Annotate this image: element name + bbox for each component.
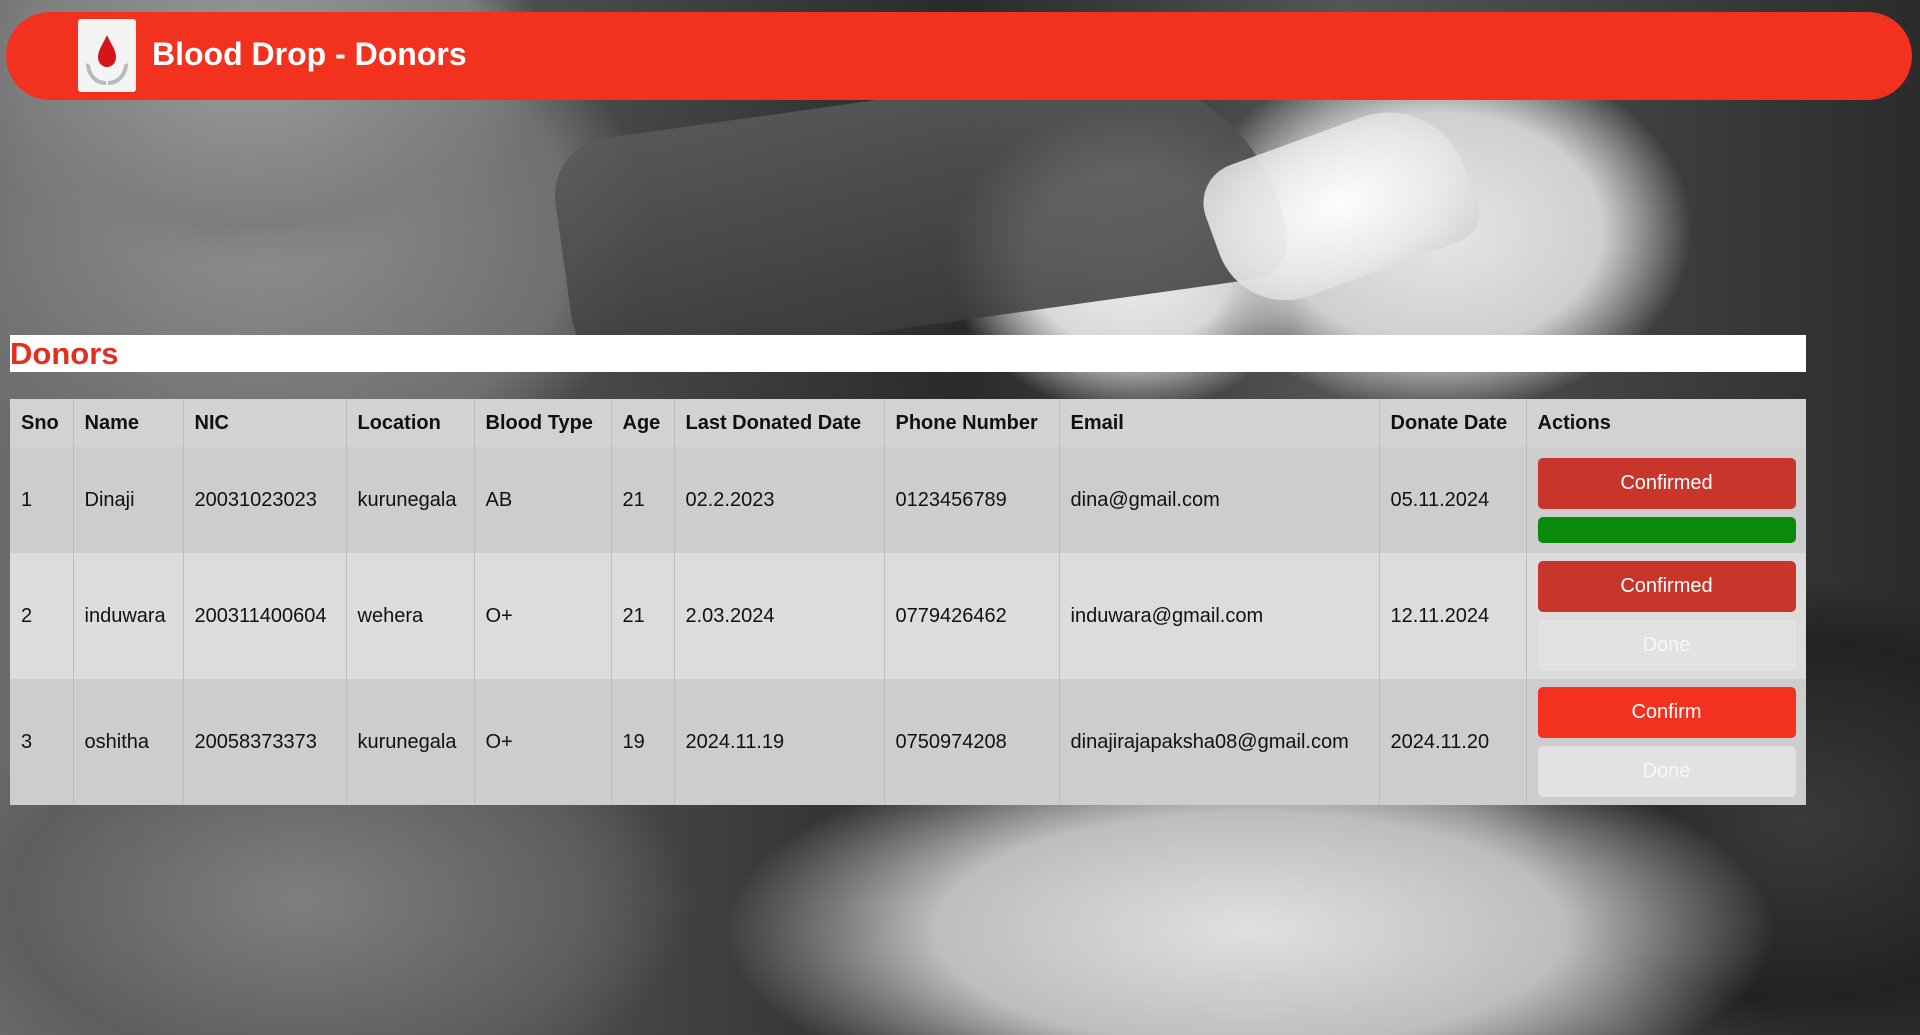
confirm-button[interactable]: Confirm: [1537, 687, 1796, 738]
cell-name: Dinaji: [73, 447, 184, 553]
cell-donate-date: 2024.11.20: [1379, 679, 1527, 805]
confirmed-button[interactable]: Confirmed: [1537, 457, 1796, 509]
cell-email: dina@gmail.com: [1059, 447, 1380, 553]
cell-location: kurunegala: [346, 679, 475, 805]
cell-last-donated-date: 2024.11.19: [674, 679, 885, 805]
cell-location: wehera: [346, 553, 475, 679]
column-header-location: Location: [346, 399, 475, 447]
cell-blood-type: O+: [474, 553, 612, 679]
cell-donate-date: 05.11.2024: [1379, 447, 1527, 553]
cell-name: induwara: [73, 553, 184, 679]
cell-nic: 200311400604: [183, 553, 347, 679]
cell-email: dinajirajapaksha08@gmail.com: [1059, 679, 1380, 805]
done-button[interactable]: Done: [1537, 746, 1796, 797]
donors-table: Sno Name NIC Location Blood Type Age Las…: [10, 399, 1806, 805]
cell-blood-type: O+: [474, 679, 612, 805]
cell-nic: 20031023023: [183, 447, 347, 553]
app-header: Blood Drop - Donors: [6, 12, 1912, 100]
table-header-row: Sno Name NIC Location Blood Type Age Las…: [10, 399, 1806, 447]
cell-sno: 2: [10, 553, 74, 679]
cell-age: 21: [611, 447, 675, 553]
column-header-email: Email: [1059, 399, 1380, 447]
cell-age: 19: [611, 679, 675, 805]
cell-donate-date: 12.11.2024: [1379, 553, 1527, 679]
cell-actions: Confirm Done: [1526, 679, 1806, 805]
table-row: 2 induwara 200311400604 wehera O+ 21 2.0…: [10, 553, 1806, 679]
column-header-donate-date: Donate Date: [1379, 399, 1527, 447]
cell-sno: 1: [10, 447, 74, 553]
column-header-sno: Sno: [10, 399, 74, 447]
column-header-actions: Actions: [1537, 411, 1611, 434]
actions-group: Confirm Done: [1537, 687, 1796, 797]
column-header-last-donated-date: Last Donated Date: [674, 399, 885, 447]
confirmed-button[interactable]: Confirmed: [1537, 561, 1796, 612]
cell-email: induwara@gmail.com: [1059, 553, 1380, 679]
section-header: Donors: [10, 335, 1806, 372]
cell-location: kurunegala: [346, 447, 475, 553]
done-button[interactable]: Done: [1537, 620, 1796, 671]
done-status-button[interactable]: [1537, 516, 1796, 543]
cell-actions: Confirmed Done: [1526, 553, 1806, 679]
table-row: 3 oshitha 20058373373 kurunegala O+ 19 2…: [10, 679, 1806, 805]
cell-last-donated-date: 02.2.2023: [674, 447, 885, 553]
column-header-phone-number: Phone Number: [884, 399, 1060, 447]
cell-phone-number: 0123456789: [884, 447, 1060, 553]
page-title: Blood Drop - Donors: [152, 36, 467, 72]
actions-group: Confirmed: [1537, 457, 1796, 543]
column-header-nic: NIC: [183, 399, 347, 447]
cell-phone-number: 0750974208: [884, 679, 1060, 805]
column-header-blood-type: Blood Type: [474, 399, 612, 447]
cell-name: oshitha: [73, 679, 184, 805]
cell-actions: Confirmed: [1526, 447, 1806, 553]
actions-group: Confirmed Done: [1537, 561, 1796, 671]
cell-nic: 20058373373: [183, 679, 347, 805]
section-title: Donors: [10, 336, 119, 371]
cell-phone-number: 0779426462: [884, 553, 1060, 679]
blood-drop-hands-icon: [78, 19, 136, 92]
table-row: 1 Dinaji 20031023023 kurunegala AB 21 02…: [10, 447, 1806, 553]
column-header-name: Name: [73, 399, 184, 447]
cell-age: 21: [611, 553, 675, 679]
cell-blood-type: AB: [474, 447, 612, 553]
cell-last-donated-date: 2.03.2024: [674, 553, 885, 679]
cell-sno: 3: [10, 679, 74, 805]
column-header-age: Age: [611, 399, 675, 447]
